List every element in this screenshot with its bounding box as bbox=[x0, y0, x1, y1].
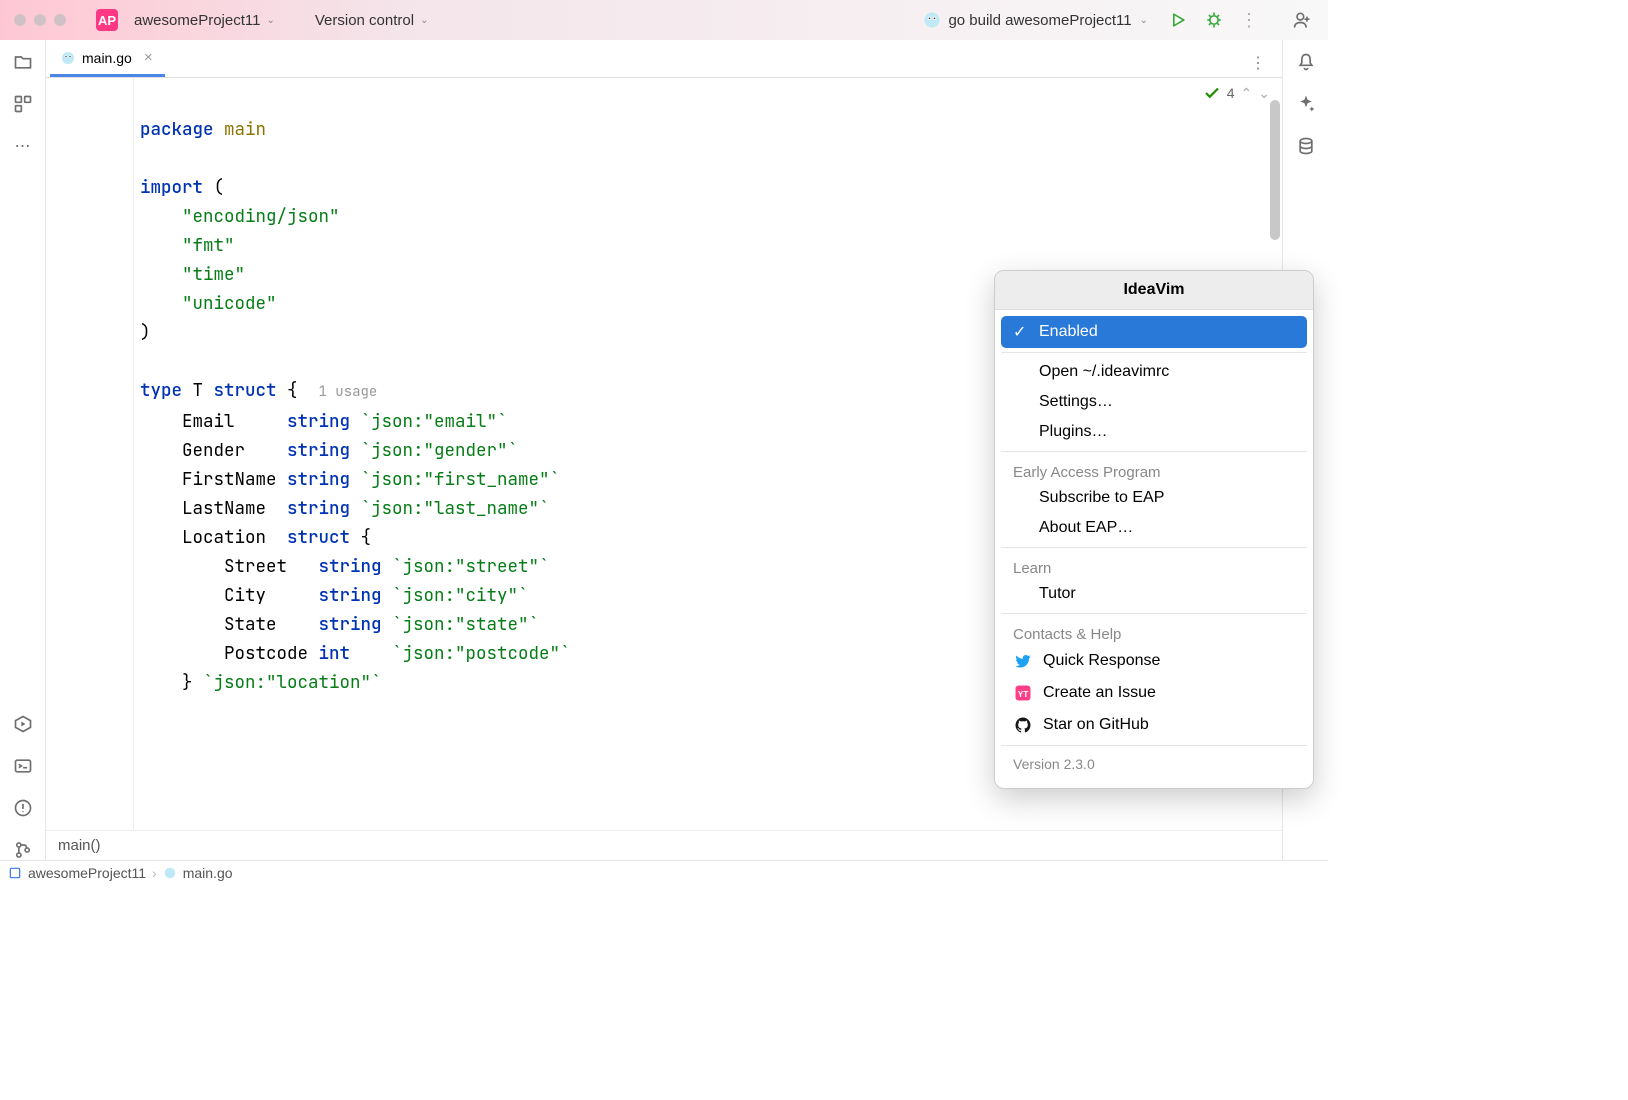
ai-assistant-icon[interactable] bbox=[1296, 94, 1316, 114]
editor-gutter[interactable] bbox=[46, 78, 134, 830]
popup-item-about-eap[interactable]: About EAP… bbox=[1001, 513, 1307, 543]
go-icon bbox=[60, 50, 76, 66]
module-icon bbox=[8, 866, 22, 880]
popup-item-quick-response[interactable]: Quick Response bbox=[1001, 645, 1307, 677]
notifications-icon[interactable] bbox=[1296, 52, 1316, 72]
structure-tool-icon[interactable] bbox=[13, 94, 33, 114]
svg-text:YT: YT bbox=[1018, 690, 1029, 699]
popup-version: Version 2.3.0 bbox=[1001, 750, 1307, 782]
project-tool-icon[interactable] bbox=[13, 52, 33, 72]
window-controls[interactable] bbox=[14, 14, 66, 26]
left-toolwindow-bar: ⋯ bbox=[0, 40, 46, 860]
vcs-selector[interactable]: Version control ⌄ bbox=[307, 8, 437, 33]
close-tab-icon[interactable]: × bbox=[144, 49, 153, 66]
chevron-right-icon: › bbox=[152, 865, 157, 881]
project-name: awesomeProject11 bbox=[134, 12, 260, 29]
editor-breadcrumb[interactable]: main() bbox=[46, 830, 1282, 860]
editor-tabs: main.go × ⋮ bbox=[46, 40, 1282, 78]
add-user-icon[interactable] bbox=[1292, 10, 1312, 30]
popup-item-open-ideavimrc[interactable]: Open ~/.ideavimrc bbox=[1001, 357, 1307, 387]
database-icon[interactable] bbox=[1296, 136, 1316, 156]
editor-tab-main-go[interactable]: main.go × bbox=[50, 41, 165, 77]
chevron-down-icon: ⌄ bbox=[420, 15, 428, 26]
run-config-label: go build awesomeProject11 bbox=[948, 12, 1131, 29]
run-icon[interactable] bbox=[1168, 10, 1188, 30]
services-tool-icon[interactable] bbox=[13, 714, 33, 734]
popup-group-eap: Early Access Program bbox=[1001, 456, 1307, 483]
github-icon bbox=[1013, 715, 1033, 735]
more-tool-icon[interactable]: ⋯ bbox=[15, 136, 31, 156]
nav-item-file[interactable]: main.go bbox=[183, 865, 233, 881]
tab-label: main.go bbox=[82, 50, 132, 66]
youtrack-icon: YT bbox=[1013, 683, 1033, 703]
popup-group-learn: Learn bbox=[1001, 552, 1307, 579]
popup-item-plugins[interactable]: Plugins… bbox=[1001, 417, 1307, 447]
scrollbar-thumb[interactable] bbox=[1270, 100, 1280, 240]
chevron-down-icon: ⌄ bbox=[266, 15, 274, 26]
git-tool-icon[interactable] bbox=[13, 840, 33, 860]
go-icon bbox=[922, 10, 942, 30]
inspection-count: 4 bbox=[1227, 85, 1235, 101]
ideavim-popup: IdeaVim ✓ Enabled Open ~/.ideavimrc Sett… bbox=[994, 270, 1314, 789]
tabs-menu-icon[interactable]: ⋮ bbox=[1242, 49, 1274, 77]
debug-icon[interactable] bbox=[1204, 10, 1224, 30]
popup-item-settings[interactable]: Settings… bbox=[1001, 387, 1307, 417]
check-icon: ✓ bbox=[1013, 322, 1029, 342]
terminal-tool-icon[interactable] bbox=[13, 756, 33, 776]
nav-item-project[interactable]: awesomeProject11 bbox=[28, 865, 146, 881]
project-badge: AP bbox=[96, 9, 118, 31]
minimize-window-icon[interactable] bbox=[34, 14, 46, 26]
go-icon bbox=[163, 866, 177, 880]
popup-item-subscribe-eap[interactable]: Subscribe to EAP bbox=[1001, 483, 1307, 513]
navigation-bar: awesomeProject11 › main.go bbox=[0, 860, 1328, 884]
problems-tool-icon[interactable] bbox=[13, 798, 33, 818]
more-icon[interactable]: ⋮ bbox=[1240, 10, 1258, 31]
project-selector[interactable]: awesomeProject11 ⌄ bbox=[126, 8, 283, 33]
check-icon bbox=[1203, 84, 1221, 102]
maximize-window-icon[interactable] bbox=[54, 14, 66, 26]
popup-item-create-issue[interactable]: YT Create an Issue bbox=[1001, 677, 1307, 709]
vcs-label: Version control bbox=[315, 12, 414, 29]
titlebar: AP awesomeProject11 ⌄ Version control ⌄ … bbox=[0, 0, 1328, 40]
popup-title: IdeaVim bbox=[995, 271, 1313, 310]
breadcrumb-item[interactable]: main() bbox=[58, 837, 101, 854]
close-window-icon[interactable] bbox=[14, 14, 26, 26]
popup-item-star-github[interactable]: Star on GitHub bbox=[1001, 709, 1307, 741]
prev-highlight-icon[interactable]: ⌃ bbox=[1241, 85, 1253, 102]
popup-group-contacts: Contacts & Help bbox=[1001, 618, 1307, 645]
twitter-icon bbox=[1013, 651, 1033, 671]
run-config-selector[interactable]: go build awesomeProject11 ⌄ bbox=[914, 6, 1156, 34]
popup-item-enabled[interactable]: ✓ Enabled bbox=[1001, 316, 1307, 348]
chevron-down-icon: ⌄ bbox=[1140, 15, 1148, 26]
popup-item-tutor[interactable]: Tutor bbox=[1001, 579, 1307, 609]
inspection-widget[interactable]: 4 ⌃ ⌄ bbox=[1203, 84, 1270, 102]
